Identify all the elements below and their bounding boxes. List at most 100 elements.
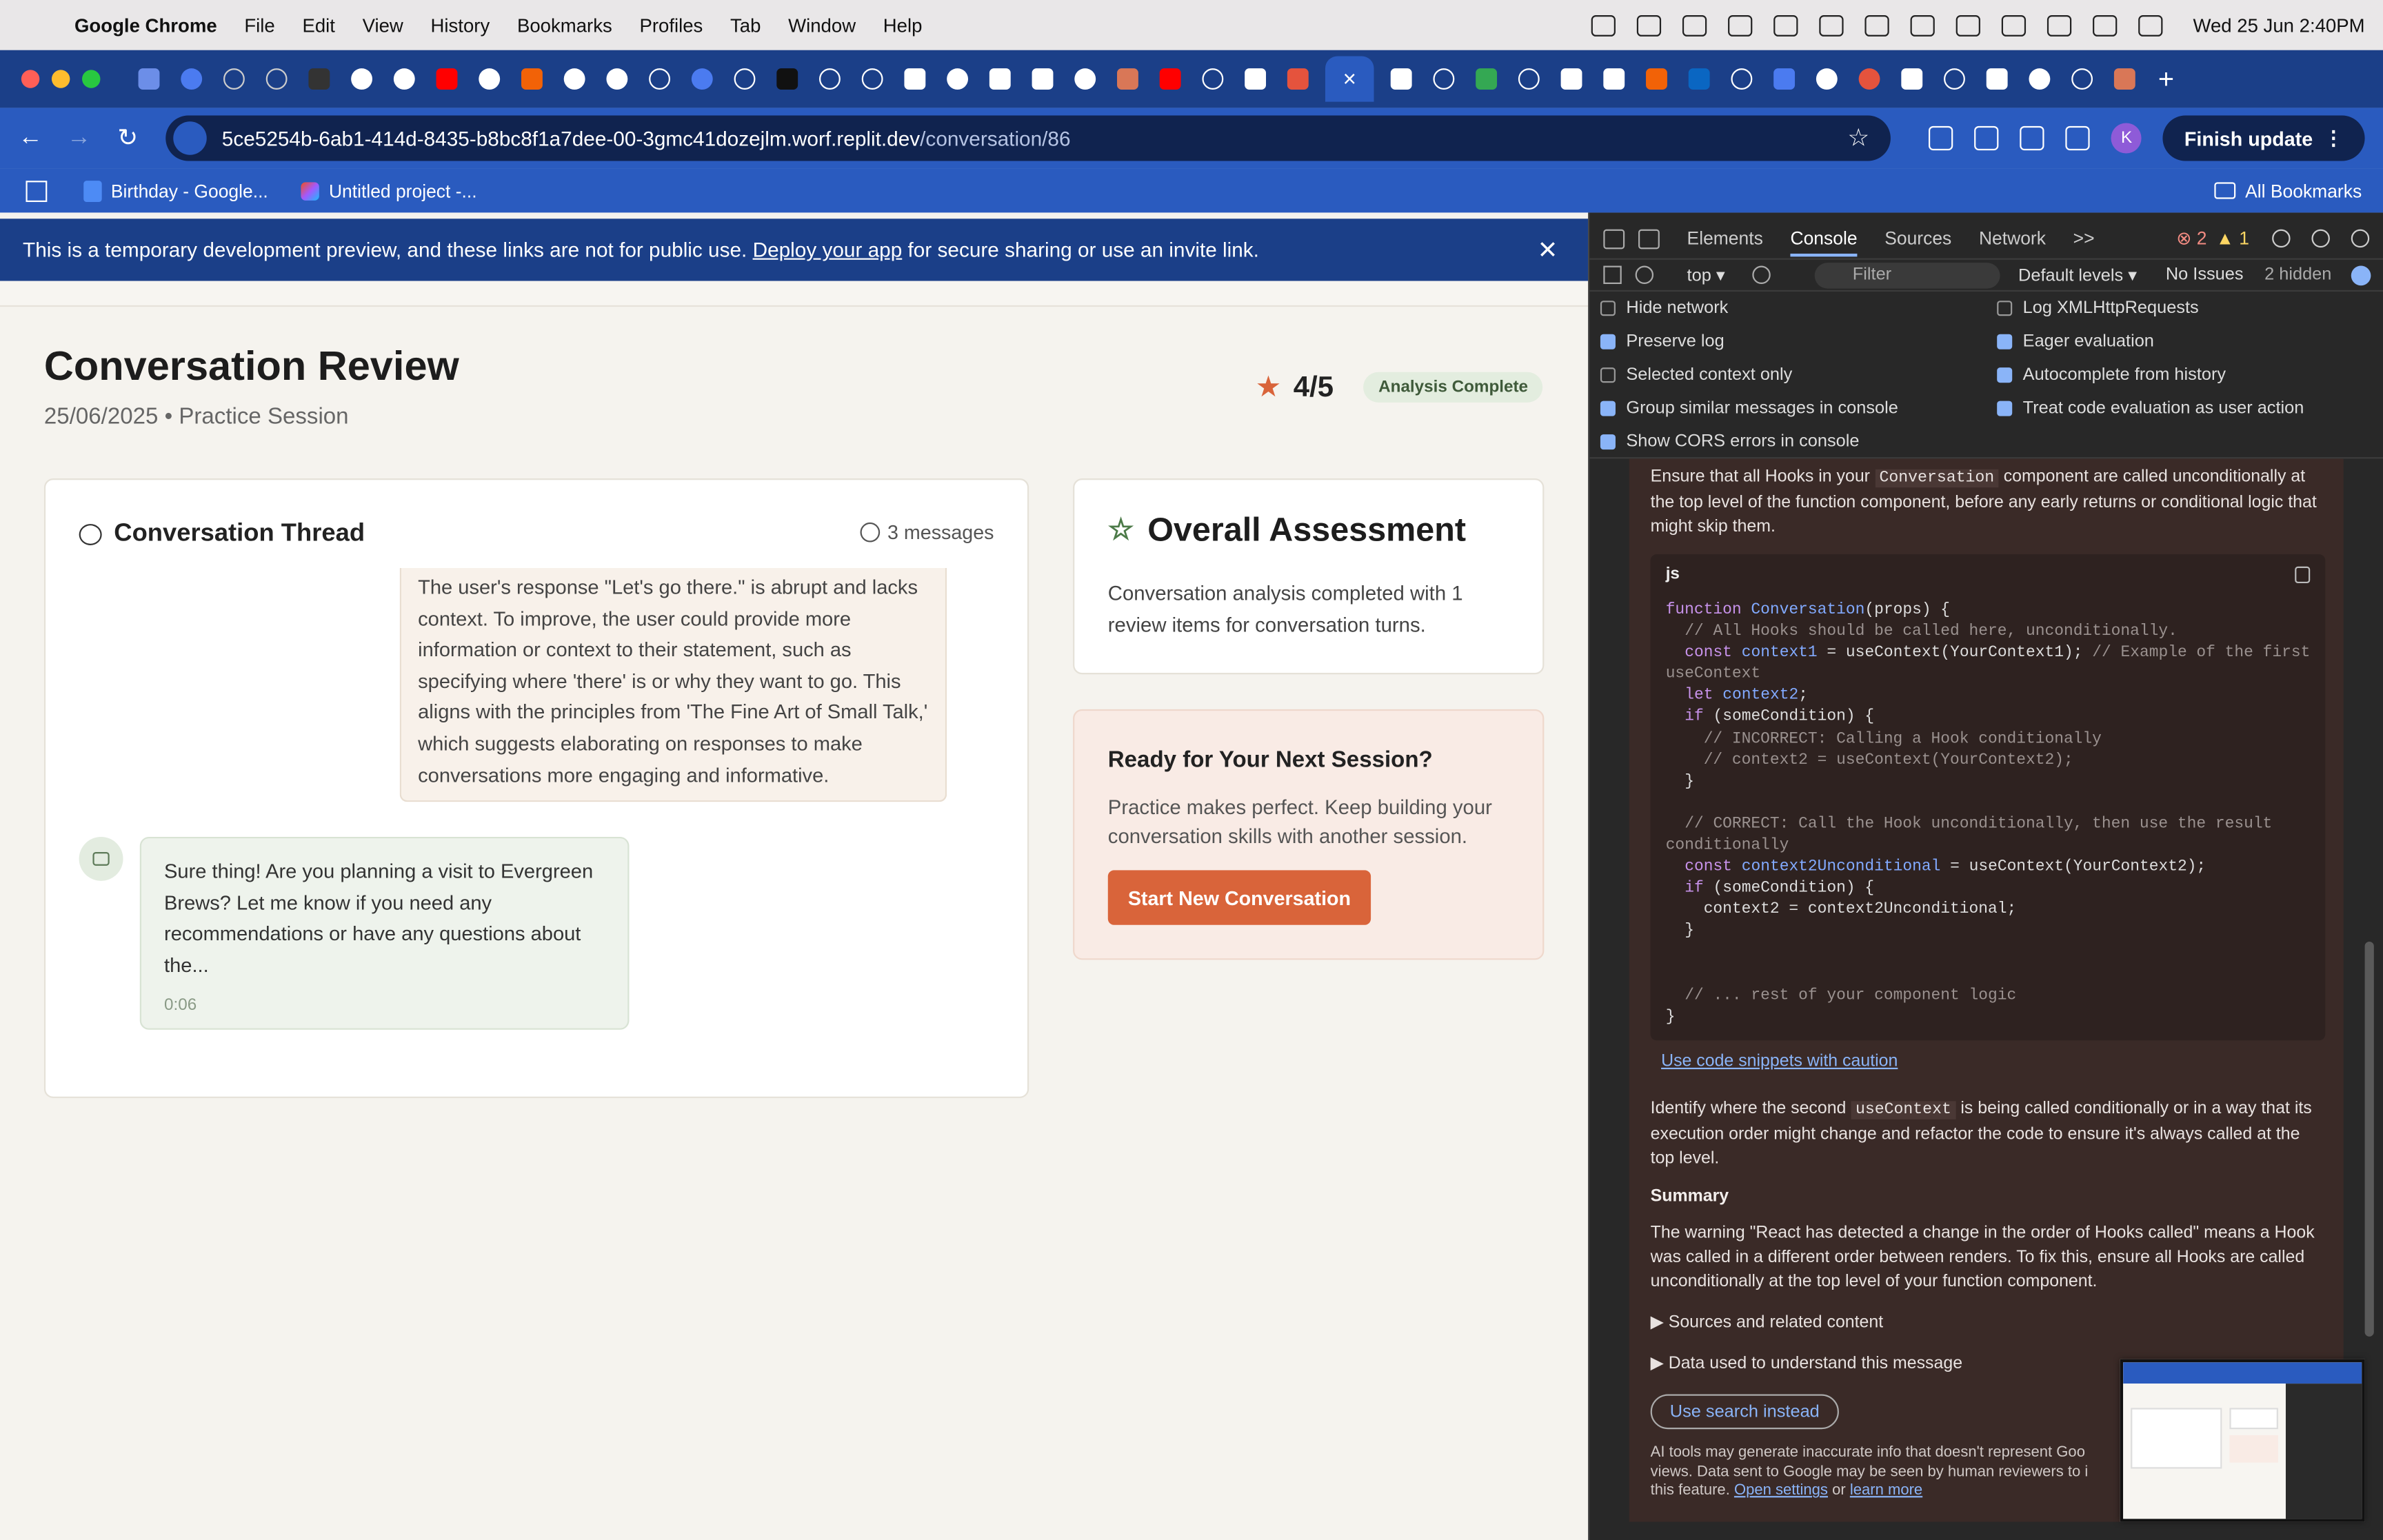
gmail-tab-icon[interactable]	[947, 68, 969, 90]
deploy-app-link[interactable]: Deploy your app	[753, 239, 903, 261]
chatgpt-tab-icon[interactable]	[1202, 68, 1224, 90]
menu-window[interactable]: Window	[788, 14, 856, 36]
tab-favicon-icon[interactable]	[1287, 68, 1309, 90]
tab-search-icon[interactable]	[2020, 125, 2045, 151]
finish-update-button[interactable]: Finish update ⋮	[2163, 115, 2365, 161]
tab-favicon-icon[interactable]	[479, 68, 501, 90]
chat-tab-icon[interactable]	[606, 68, 628, 90]
control-center-icon[interactable]	[2138, 14, 2163, 36]
chatgpt-tab-icon[interactable]	[1944, 68, 1965, 90]
checkbox[interactable]	[1997, 367, 2013, 383]
zoom-window-button[interactable]	[82, 70, 101, 88]
tab-favicon-icon[interactable]	[989, 68, 1011, 90]
opt-log-xhr[interactable]: Log XMLHttpRequests	[1997, 299, 2199, 317]
status-item-icon[interactable]	[1727, 14, 1753, 36]
tab-favicon-icon[interactable]	[181, 68, 203, 90]
tab-favicon-icon[interactable]	[776, 68, 798, 90]
menu-file[interactable]: File	[244, 14, 274, 36]
context-selector[interactable]: top ▾	[1687, 264, 1725, 285]
close-window-button[interactable]	[21, 70, 40, 88]
profile-avatar[interactable]: K	[2111, 123, 2142, 154]
opt-preserve-log[interactable]: Preserve log	[1600, 333, 1725, 351]
clear-console-icon[interactable]	[1635, 265, 1654, 284]
forward-arrow-icon[interactable]: →	[54, 125, 103, 152]
site-info-icon[interactable]	[173, 121, 207, 155]
headphones-icon[interactable]	[1773, 14, 1798, 36]
checkbox[interactable]	[1997, 301, 2013, 316]
tab-favicon-icon[interactable]	[1032, 68, 1054, 90]
chatgpt-tab-icon[interactable]	[649, 68, 671, 90]
inspect-element-icon[interactable]	[1603, 228, 1625, 249]
search-icon[interactable]	[2092, 14, 2118, 36]
start-new-conversation-button[interactable]: Start New Conversation	[1107, 870, 1371, 925]
tab-favicon-icon[interactable]	[1560, 68, 1582, 90]
google-tab-icon[interactable]	[1816, 68, 1838, 90]
filter-input[interactable]: Filter	[1814, 263, 2000, 289]
replit-tab-icon[interactable]	[521, 68, 543, 90]
replit-tab-icon[interactable]	[1646, 68, 1667, 90]
status-item-icon[interactable]	[1591, 14, 1616, 36]
checkbox[interactable]	[1600, 367, 1616, 383]
more-options-icon[interactable]	[2311, 229, 2330, 248]
screenshot-thumbnail[interactable]	[2120, 1359, 2365, 1522]
opt-hide-network[interactable]: Hide network	[1600, 299, 1728, 317]
tab-favicon-icon[interactable]	[308, 68, 330, 90]
menu-tab[interactable]: Tab	[730, 14, 761, 36]
sources-toggle[interactable]: ▶ Sources and related content	[1651, 1310, 2329, 1335]
device-toolbar-icon[interactable]	[1638, 228, 1660, 249]
tab-console[interactable]: Console	[1790, 220, 1858, 257]
sidebar-toggle-icon[interactable]	[1603, 265, 1622, 284]
use-search-button[interactable]: Use search instead	[1650, 1394, 1839, 1430]
notion-extension-icon[interactable]	[1929, 125, 1953, 151]
chat-tab-icon[interactable]	[563, 68, 585, 90]
code-caution-link[interactable]: Use code snippets with caution	[1661, 1053, 1898, 1071]
copy-icon[interactable]	[2295, 566, 2311, 584]
google-tab-icon[interactable]	[1074, 68, 1096, 90]
checkbox[interactable]	[1997, 334, 2013, 349]
log-levels-dropdown[interactable]: Default levels ▾	[2018, 264, 2137, 285]
opt-group-similar[interactable]: Group similar messages in console	[1600, 399, 1898, 418]
tab-favicon-icon[interactable]	[1858, 68, 1880, 90]
back-arrow-icon[interactable]: ←	[6, 125, 55, 152]
tab-favicon-icon[interactable]	[265, 68, 288, 90]
minimize-window-button[interactable]	[51, 70, 70, 88]
opt-user-action[interactable]: Treat code evaluation as user action	[1997, 399, 2304, 418]
opt-selected-context[interactable]: Selected context only	[1600, 366, 1792, 384]
checkbox[interactable]	[1600, 401, 1616, 416]
menu-bookmarks[interactable]: Bookmarks	[517, 14, 612, 36]
calendar-tab-icon[interactable]	[1773, 68, 1796, 90]
tab-elements[interactable]: Elements	[1687, 227, 1763, 249]
youtube-tab-icon[interactable]	[436, 68, 458, 90]
learn-more-link[interactable]: learn more	[1850, 1483, 1922, 1499]
menu-history[interactable]: History	[431, 14, 490, 36]
notion-icon[interactable]	[1636, 14, 1662, 36]
battery-icon[interactable]	[2001, 14, 2026, 36]
active-tab-close-icon[interactable]: ×	[1325, 56, 1374, 102]
menu-edit[interactable]: Edit	[302, 14, 334, 36]
google-tab-icon[interactable]	[351, 68, 373, 90]
tab-favicon-icon[interactable]	[138, 68, 160, 90]
app-menu[interactable]: Google Chrome	[74, 14, 217, 36]
issue-counters[interactable]: ⊗ 2 ▲ 1	[2176, 227, 2249, 249]
tab-favicon-icon[interactable]	[223, 68, 245, 90]
gmail-tab-icon[interactable]	[1986, 68, 2008, 90]
menu-help[interactable]: Help	[883, 14, 923, 36]
opt-eager-eval[interactable]: Eager evaluation	[1997, 333, 2154, 351]
more-tabs-icon[interactable]: >>	[2073, 227, 2095, 249]
play-icon[interactable]	[1910, 14, 1935, 36]
chatgpt-tab-icon[interactable]	[861, 68, 883, 90]
keyboard-icon[interactable]	[1864, 14, 1889, 36]
sheets-tab-icon[interactable]	[1476, 68, 1498, 90]
checkbox[interactable]	[1600, 301, 1616, 316]
chatgpt-tab-icon[interactable]	[2071, 68, 2093, 90]
console-settings-icon[interactable]	[2351, 265, 2371, 285]
devtools-scrollbar[interactable]	[2364, 941, 2374, 1337]
github-tab-icon[interactable]	[2029, 68, 2051, 90]
bookmark-untitled-project[interactable]: Untitled project -...	[301, 180, 477, 201]
opt-autocomplete[interactable]: Autocomplete from history	[1997, 366, 2226, 384]
extensions-icon[interactable]	[1974, 125, 1999, 151]
chatgpt-tab-icon[interactable]	[1433, 68, 1455, 90]
tab-favicon-icon[interactable]	[904, 68, 926, 90]
tab-favicon-icon[interactable]	[691, 68, 713, 90]
issues-button[interactable]: No Issues	[2166, 266, 2244, 284]
